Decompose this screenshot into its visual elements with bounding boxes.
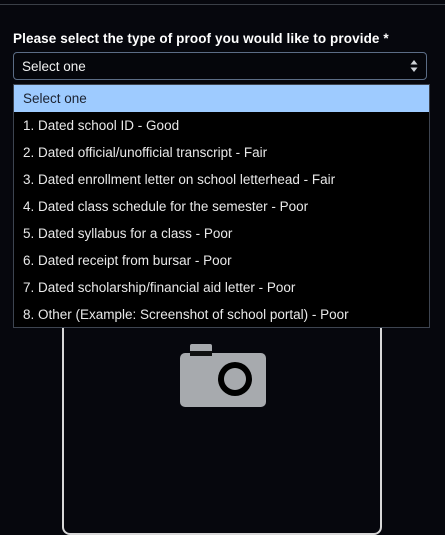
dropdown-option[interactable]: 1. Dated school ID - Good <box>14 112 429 139</box>
top-divider <box>0 4 445 5</box>
dropdown-option[interactable]: 2. Dated official/unofficial transcript … <box>14 139 429 166</box>
proof-type-label: Please select the type of proof you woul… <box>13 31 389 46</box>
proof-type-select[interactable]: Select one <box>13 52 427 80</box>
dropdown-option[interactable]: 7. Dated scholarship/financial aid lette… <box>14 274 429 301</box>
camera-icon <box>180 344 266 407</box>
dropdown-option[interactable]: 6. Dated receipt from bursar - Poor <box>14 247 429 274</box>
dropdown-option[interactable]: Select one <box>14 85 429 112</box>
photo-upload-area[interactable] <box>62 300 382 535</box>
select-arrows-icon <box>410 60 418 72</box>
dropdown-option[interactable]: 8. Other (Example: Screenshot of school … <box>14 301 429 328</box>
dropdown-option[interactable]: 3. Dated enrollment letter on school let… <box>14 166 429 193</box>
dropdown-option[interactable]: 5. Dated syllabus for a class - Poor <box>14 220 429 247</box>
proof-type-dropdown-list[interactable]: Select one 1. Dated school ID - Good 2. Da… <box>13 84 430 328</box>
select-current-value: Select one <box>22 59 86 74</box>
dropdown-option[interactable]: 4. Dated class schedule for the semester… <box>14 193 429 220</box>
